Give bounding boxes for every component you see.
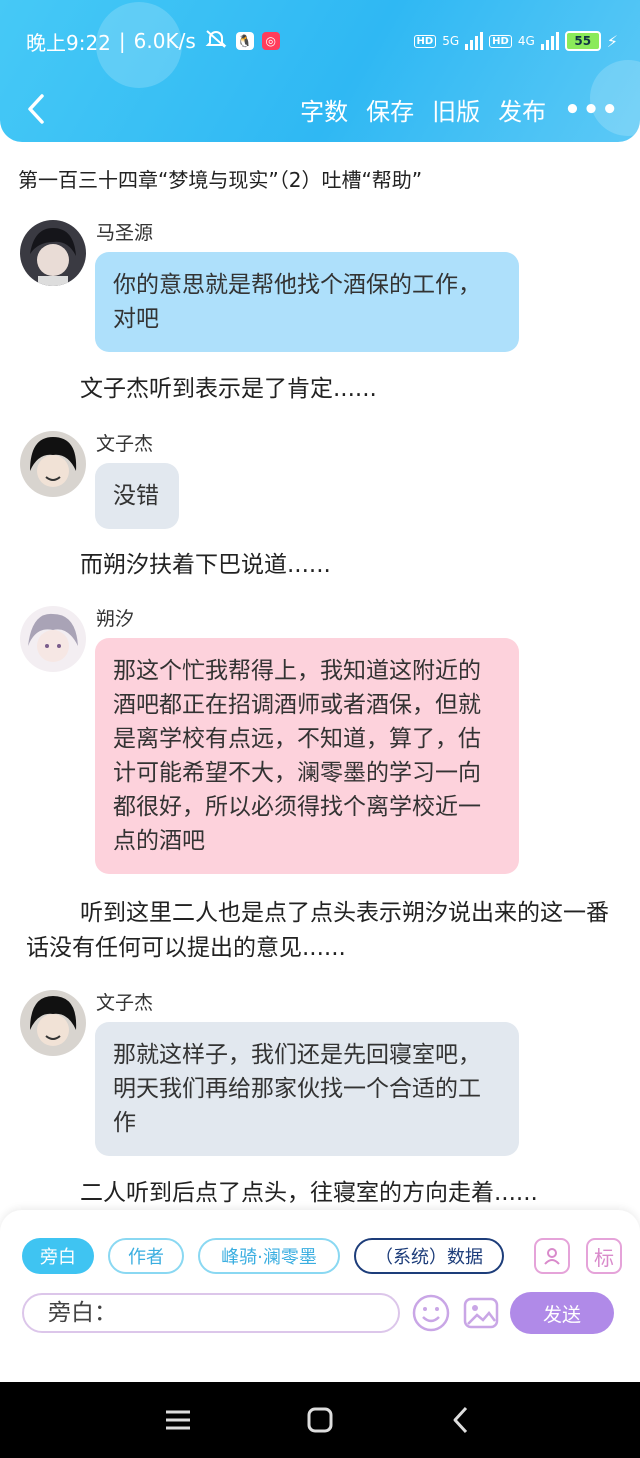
narration-text: 听到这里二人也是点了点头表示朔汐说出来的这一番话没有任何可以提出的意见.....…	[26, 900, 609, 961]
status-speed: 6.0K/s	[133, 29, 196, 53]
image-icon[interactable]	[462, 1294, 500, 1332]
send-button[interactable]: 发送	[510, 1292, 614, 1334]
tag-button[interactable]: 标	[586, 1238, 622, 1274]
publish-button[interactable]: 发布	[498, 92, 546, 127]
avatar[interactable]	[20, 431, 86, 497]
back-arrow-icon[interactable]	[22, 92, 52, 126]
narration-text: 文子杰听到表示是了肯定......	[80, 376, 377, 402]
hd-badge: HD	[489, 34, 512, 48]
charging-icon: ⚡	[606, 31, 618, 51]
role-chip-author[interactable]: 作者	[108, 1238, 184, 1274]
word-count-button[interactable]: 字数	[300, 92, 348, 127]
back-icon[interactable]	[442, 1402, 482, 1438]
nav-bar: 字数 保存 旧版 发布 •••	[0, 82, 640, 136]
status-divider: |	[118, 29, 126, 53]
status-time: 晚上9:22	[26, 30, 111, 55]
signal-icon	[540, 32, 559, 50]
message-bubble: 那这个忙我帮得上，我知道这附近的酒吧都正在招调酒师或者酒保，但就是离学校有点远，…	[95, 638, 519, 874]
battery-icon: 55	[564, 31, 601, 51]
message-bubble: 你的意思就是帮他找个酒保的工作，对吧	[95, 252, 519, 352]
message-bubble: 没错	[95, 463, 179, 529]
qq-icon: 🐧	[235, 32, 254, 50]
avatar[interactable]	[20, 990, 86, 1056]
narration-text: 而朔汐扶着下巴说道......	[80, 552, 331, 578]
chapter-title: 第一百三十四章“梦境与现实”（2）吐槽“帮助”	[18, 168, 423, 192]
emoji-icon[interactable]	[412, 1294, 450, 1332]
save-button[interactable]: 保存	[366, 92, 414, 127]
avatar[interactable]	[20, 220, 86, 286]
sender-name: 马圣源	[96, 222, 154, 244]
message-bubble: 那就这样子，我们还是先回寝室吧，明天我们再给那家伙找一个合适的工作	[95, 1022, 519, 1156]
avatar[interactable]	[20, 606, 86, 672]
system-nav-bar	[0, 1382, 640, 1458]
status-bar: 晚上9:22 | 6.0K/s 🐧 ◎ HD 5G HD 4G 55 ⚡	[26, 26, 618, 56]
signal-icon	[465, 32, 484, 50]
net-label: 5G	[442, 34, 460, 48]
sender-name: 文子杰	[96, 992, 154, 1014]
mute-icon	[204, 29, 228, 54]
sender-name: 朔汐	[96, 608, 135, 630]
narration-text: 二人听到后点了点头，往寝室的方向走着......	[80, 1180, 538, 1206]
home-icon[interactable]	[300, 1402, 340, 1438]
menu-icon[interactable]	[158, 1402, 198, 1438]
role-chip-system[interactable]: （系统）数据	[354, 1238, 504, 1274]
old-version-button[interactable]: 旧版	[432, 92, 480, 127]
more-icon[interactable]: •••	[564, 95, 620, 125]
hd-badge: HD	[413, 34, 437, 48]
composer-panel: 旁白 作者 峰骑·澜零墨 （系统）数据 标 旁白： 发送	[0, 1210, 640, 1382]
contacts-icon[interactable]	[534, 1238, 570, 1274]
role-chip-row: 旁白 作者 峰骑·澜零墨 （系统）数据	[22, 1238, 504, 1274]
net-label: 4G	[517, 34, 535, 48]
sender-name: 文子杰	[96, 433, 154, 455]
role-chip-character[interactable]: 峰骑·澜零墨	[198, 1238, 340, 1274]
role-chip-narration[interactable]: 旁白	[22, 1238, 94, 1274]
app-notification-icon: ◎	[261, 32, 280, 50]
app-header: 晚上9:22 | 6.0K/s 🐧 ◎ HD 5G HD 4G 55 ⚡ 字数 …	[0, 0, 640, 142]
narration-input[interactable]: 旁白：	[22, 1293, 400, 1333]
